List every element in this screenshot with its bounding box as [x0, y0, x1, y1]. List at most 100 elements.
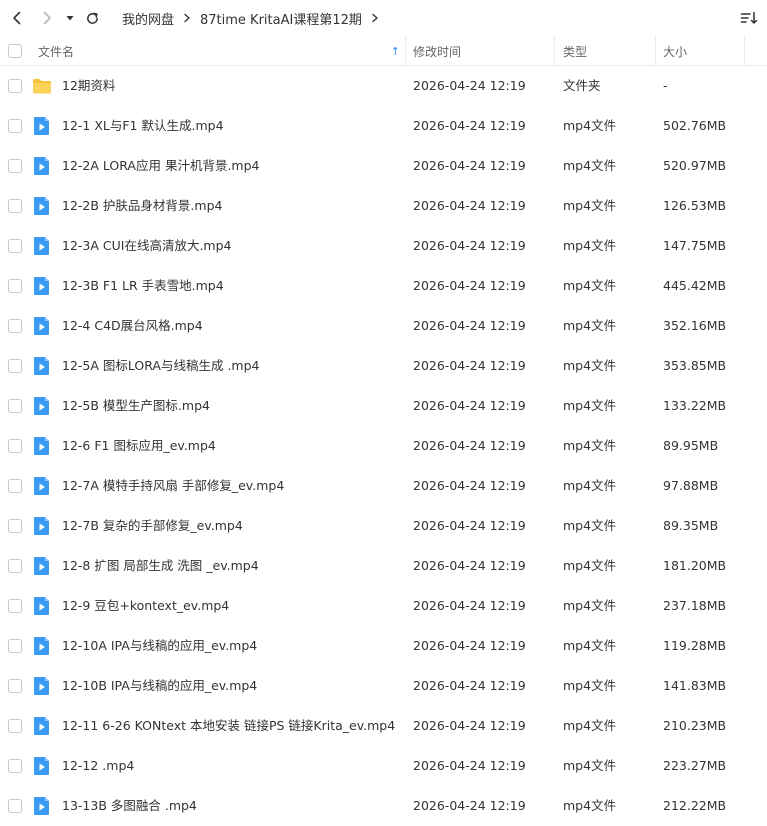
row-checkbox[interactable]	[8, 559, 22, 573]
file-name[interactable]: 12-5B 模型生产图标.mp4	[62, 386, 210, 426]
file-name[interactable]: 12-6 F1 图标应用_ev.mp4	[62, 426, 216, 466]
file-row[interactable]: 12-7B 复杂的手部修复_ev.mp4 2026-04-24 12:19 mp…	[0, 506, 767, 546]
back-button[interactable]	[6, 7, 28, 29]
row-checkbox[interactable]	[8, 519, 22, 533]
column-divider[interactable]	[405, 36, 406, 66]
file-size: 97.88MB	[663, 478, 719, 493]
column-header-name[interactable]: 文件名 ↑	[38, 36, 402, 66]
file-row[interactable]: 12-7A 模特手持风扇 手部修复_ev.mp4 2026-04-24 12:1…	[0, 466, 767, 506]
file-name[interactable]: 12-8 扩图 局部生成 洗图 _ev.mp4	[62, 546, 259, 586]
row-checkbox[interactable]	[8, 239, 22, 253]
row-checkbox[interactable]	[8, 359, 22, 373]
file-size: 119.28MB	[663, 638, 727, 653]
column-header-modified[interactable]: 修改时间	[413, 36, 461, 66]
column-divider[interactable]	[744, 36, 745, 66]
file-name[interactable]: 12-11 6-26 KONtext 本地安装 链接PS 链接Krita_ev.…	[62, 706, 395, 746]
forward-button[interactable]	[36, 7, 58, 29]
file-row[interactable]: 12-10A IPA与线稿的应用_ev.mp4 2026-04-24 12:19…	[0, 626, 767, 666]
file-type: mp4文件	[563, 318, 617, 333]
video-file-icon	[32, 236, 52, 256]
folder-icon	[32, 76, 52, 96]
file-row[interactable]: 12-3B F1 LR 手表雪地.mp4 2026-04-24 12:19 mp…	[0, 266, 767, 306]
column-divider[interactable]	[655, 36, 656, 66]
file-type: mp4文件	[563, 598, 617, 613]
file-modified: 2026-04-24 12:19	[413, 158, 526, 173]
row-checkbox[interactable]	[8, 199, 22, 213]
file-name[interactable]: 12-10B IPA与线稿的应用_ev.mp4	[62, 666, 257, 706]
file-modified: 2026-04-24 12:19	[413, 678, 526, 693]
file-row[interactable]: 12-9 豆包+kontext_ev.mp4 2026-04-24 12:19 …	[0, 586, 767, 626]
row-checkbox[interactable]	[8, 439, 22, 453]
file-row[interactable]: 12-6 F1 图标应用_ev.mp4 2026-04-24 12:19 mp4…	[0, 426, 767, 466]
select-all-checkbox[interactable]	[8, 44, 22, 58]
file-type: mp4文件	[563, 558, 617, 573]
file-row[interactable]: 12-12 .mp4 2026-04-24 12:19 mp4文件 223.27…	[0, 746, 767, 786]
column-header-modified-label: 修改时间	[413, 44, 462, 59]
file-type: mp4文件	[563, 238, 617, 253]
sort-button[interactable]	[739, 8, 759, 28]
video-file-icon	[32, 476, 52, 496]
row-checkbox[interactable]	[8, 279, 22, 293]
file-name[interactable]: 12-2A LORA应用 果汁机背景.mp4	[62, 146, 260, 186]
file-row[interactable]: 12-2B 护肤品身材背景.mp4 2026-04-24 12:19 mp4文件…	[0, 186, 767, 226]
column-header-size[interactable]: 大小	[663, 36, 687, 66]
file-name[interactable]: 12-2B 护肤品身材背景.mp4	[62, 186, 222, 226]
file-name[interactable]: 12-7A 模特手持风扇 手部修复_ev.mp4	[62, 466, 284, 506]
file-name[interactable]: 12-4 C4D展台风格.mp4	[62, 306, 203, 346]
row-checkbox[interactable]	[8, 159, 22, 173]
row-checkbox[interactable]	[8, 79, 22, 93]
file-name[interactable]: 12-9 豆包+kontext_ev.mp4	[62, 586, 229, 626]
column-header-type[interactable]: 类型	[563, 36, 587, 66]
file-row[interactable]: 13-13B 多图融合 .mp4 2026-04-24 12:19 mp4文件 …	[0, 786, 767, 826]
breadcrumb-item-current[interactable]: 87time KritaAI课程第12期	[200, 9, 362, 28]
row-checkbox[interactable]	[8, 759, 22, 773]
row-checkbox[interactable]	[8, 119, 22, 133]
row-checkbox[interactable]	[8, 479, 22, 493]
file-row[interactable]: 12-4 C4D展台风格.mp4 2026-04-24 12:19 mp4文件 …	[0, 306, 767, 346]
video-file-icon	[32, 556, 52, 576]
caret-down-icon	[66, 16, 74, 21]
column-divider[interactable]	[554, 36, 555, 66]
refresh-button[interactable]	[81, 7, 103, 29]
row-checkbox[interactable]	[8, 639, 22, 653]
file-name[interactable]: 12-1 XL与F1 默认生成.mp4	[62, 106, 224, 146]
file-type: mp4文件	[563, 358, 617, 373]
file-list: 12期资料 2026-04-24 12:19 文件夹 - 12-1 XL与F1 …	[0, 66, 767, 826]
video-file-icon	[32, 156, 52, 176]
file-row[interactable]: 12-3A CUI在线高清放大.mp4 2026-04-24 12:19 mp4…	[0, 226, 767, 266]
file-name[interactable]: 12-5A 图标LORA与线稿生成 .mp4	[62, 346, 260, 386]
file-row[interactable]: 12-11 6-26 KONtext 本地安装 链接PS 链接Krita_ev.…	[0, 706, 767, 746]
row-checkbox[interactable]	[8, 399, 22, 413]
file-name[interactable]: 13-13B 多图融合 .mp4	[62, 786, 197, 826]
row-checkbox[interactable]	[8, 679, 22, 693]
file-row[interactable]: 12-5B 模型生产图标.mp4 2026-04-24 12:19 mp4文件 …	[0, 386, 767, 426]
file-name[interactable]: 12-10A IPA与线稿的应用_ev.mp4	[62, 626, 257, 666]
chevron-right-icon	[43, 11, 51, 25]
row-checkbox[interactable]	[8, 719, 22, 733]
file-row[interactable]: 12-5A 图标LORA与线稿生成 .mp4 2026-04-24 12:19 …	[0, 346, 767, 386]
file-row[interactable]: 12-2A LORA应用 果汁机背景.mp4 2026-04-24 12:19 …	[0, 146, 767, 186]
select-all-checkbox-cell	[8, 36, 22, 66]
video-file-icon	[32, 716, 52, 736]
file-size: 141.83MB	[663, 678, 727, 693]
file-name[interactable]: 12-7B 复杂的手部修复_ev.mp4	[62, 506, 243, 546]
file-row[interactable]: 12期资料 2026-04-24 12:19 文件夹 -	[0, 66, 767, 106]
column-header-type-label: 类型	[563, 44, 588, 59]
file-name[interactable]: 12-12 .mp4	[62, 746, 134, 786]
history-dropdown-button[interactable]	[61, 7, 79, 29]
file-name[interactable]: 12-3B F1 LR 手表雪地.mp4	[62, 266, 224, 306]
file-size: 89.35MB	[663, 518, 719, 533]
file-name[interactable]: 12-3A CUI在线高清放大.mp4	[62, 226, 232, 266]
file-row[interactable]: 12-10B IPA与线稿的应用_ev.mp4 2026-04-24 12:19…	[0, 666, 767, 706]
file-type: mp4文件	[563, 478, 617, 493]
chevron-right-icon	[370, 13, 380, 23]
breadcrumb-item-root[interactable]: 我的网盘	[122, 9, 174, 28]
row-checkbox[interactable]	[8, 319, 22, 333]
video-file-icon	[32, 636, 52, 656]
row-checkbox[interactable]	[8, 599, 22, 613]
file-row[interactable]: 12-8 扩图 局部生成 洗图 _ev.mp4 2026-04-24 12:19…	[0, 546, 767, 586]
file-name[interactable]: 12期资料	[62, 66, 115, 106]
file-row[interactable]: 12-1 XL与F1 默认生成.mp4 2026-04-24 12:19 mp4…	[0, 106, 767, 146]
file-type: mp4文件	[563, 118, 617, 133]
row-checkbox[interactable]	[8, 799, 22, 813]
